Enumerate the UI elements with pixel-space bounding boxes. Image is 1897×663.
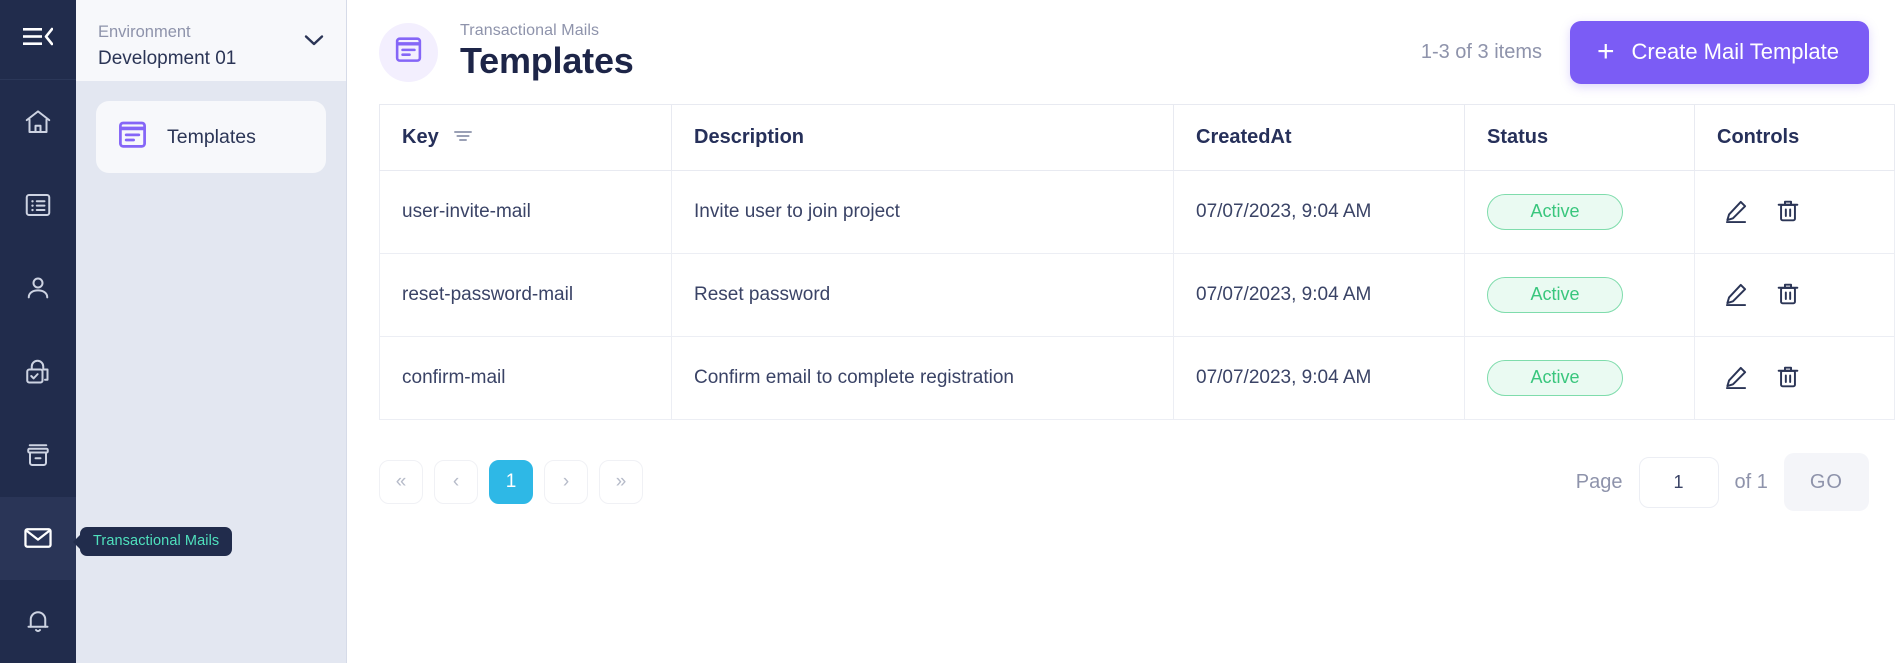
page-header: Transactional Mails Templates 1-3 of 3 i… [347,0,1897,104]
pagination-buttons: « ‹ 1 › » [379,460,643,504]
edit-button[interactable] [1723,198,1749,227]
column-header-key[interactable]: Key [379,104,672,171]
table-row[interactable]: user-invite-mail Invite user to join pro… [379,170,1895,254]
edit-button[interactable] [1723,281,1749,310]
sidebar-item-security[interactable] [0,330,76,413]
primary-icon-rail [0,0,76,663]
sidebar-item-content[interactable] [0,164,76,247]
sidebar-item-home[interactable] [0,80,76,163]
cell-status: Active [1464,253,1695,337]
delete-button[interactable] [1775,281,1801,310]
table-body: user-invite-mail Invite user to join pro… [379,170,1895,420]
bell-icon [23,606,53,636]
pencil-icon [1723,281,1749,310]
pencil-icon [1723,198,1749,227]
prev-page-button[interactable]: ‹ [434,460,478,504]
status-badge: Active [1487,277,1623,313]
page-number-input[interactable] [1638,456,1719,508]
cell-createdat: 07/07/2023, 9:04 AM [1173,253,1465,337]
create-mail-template-button[interactable]: + Create Mail Template [1570,20,1869,84]
breadcrumb: Transactional Mails [460,22,600,40]
column-header-status[interactable]: Status [1464,104,1695,171]
plus-icon: + [1597,35,1615,68]
cell-description: Invite user to join project [671,170,1174,254]
delete-button[interactable] [1775,364,1801,393]
header-actions: 1-3 of 3 items + Create Mail Template [1420,20,1897,84]
templates-table: Key Description CreatedAt Status Control… [379,104,1895,420]
environment-value: Development 01 [98,48,237,70]
cell-controls [1694,336,1895,420]
cell-status: Active [1464,336,1695,420]
column-header-createdat[interactable]: CreatedAt [1173,104,1465,171]
page-button-1[interactable]: 1 [489,460,533,504]
cell-createdat: 07/07/2023, 9:04 AM [1173,170,1465,254]
first-page-button[interactable]: « [379,460,423,504]
status-badge: Active [1487,194,1623,230]
sidebar-item-users[interactable] [0,247,76,330]
environment-label: Environment [98,23,191,42]
page-label: Page [1575,470,1623,493]
create-mail-template-label: Create Mail Template [1631,39,1839,64]
sidebar-tooltip: Transactional Mails [80,527,233,556]
edit-button[interactable] [1723,364,1749,393]
pencil-icon [1723,364,1749,393]
sidebar-item-templates[interactable]: Templates [96,101,326,173]
go-button[interactable]: GO [1783,453,1869,511]
document-lines-icon [393,34,424,70]
column-header-description[interactable]: Description [671,104,1174,171]
delete-button[interactable] [1775,198,1801,227]
cell-createdat: 07/07/2023, 9:04 AM [1173,336,1465,420]
secondary-nav-list: Templates [76,81,346,173]
column-header-key-label: Key [402,126,439,148]
document-lines-icon [116,118,149,156]
cell-controls [1694,170,1895,254]
trash-icon [1775,364,1801,393]
table-row[interactable]: reset-password-mail Reset password 07/07… [379,253,1895,337]
next-page-button[interactable]: › [544,460,588,504]
cell-controls [1694,253,1895,337]
chevron-down-icon [304,34,324,52]
home-icon [23,107,53,137]
lock-check-icon [23,357,53,387]
cell-description: Reset password [671,253,1174,337]
status-badge: Active [1487,360,1623,396]
mail-icon [22,522,54,554]
column-header-controls: Controls [1694,104,1895,171]
table-head: Key Description CreatedAt Status Control… [379,104,1895,171]
pagination-bar: « ‹ 1 › » Page of 1 GO [347,420,1897,511]
page-total-label: of 1 [1734,470,1768,493]
sidebar-collapse-button[interactable] [0,0,76,81]
sidebar-item-transactional-mails[interactable] [0,496,76,580]
list-icon [23,190,53,220]
hamburger-collapse-icon [23,26,54,53]
title-block: Transactional Mails Templates [460,22,634,81]
cell-key: confirm-mail [379,336,672,420]
page-icon-badge [379,22,438,82]
last-page-button[interactable]: » [599,460,643,504]
main-content: Transactional Mails Templates 1-3 of 3 i… [347,0,1897,663]
sidebar-item-notifications[interactable] [0,580,76,663]
app-root: Transactional Mails Environment Developm… [0,0,1897,663]
item-count-label: 1-3 of 3 items [1420,40,1542,63]
table-row[interactable]: confirm-mail Confirm email to complete r… [379,336,1895,420]
trash-icon [1775,281,1801,310]
archive-icon [23,440,53,470]
person-icon [23,273,53,303]
cell-key: reset-password-mail [379,253,672,337]
page-title: Templates [460,40,634,82]
cell-status: Active [1464,170,1695,254]
sidebar-item-label: Templates [167,125,256,148]
cell-key: user-invite-mail [379,170,672,254]
page-jump-controls: Page of 1 GO [1576,453,1869,511]
sidebar-item-archive[interactable] [0,413,76,496]
templates-table-wrapper: Key Description CreatedAt Status Control… [347,104,1897,420]
trash-icon [1775,198,1801,227]
filter-icon[interactable] [453,126,473,149]
environment-selector[interactable]: Environment Development 01 [76,0,346,81]
cell-description: Confirm email to complete registration [671,336,1174,420]
secondary-sidebar: Environment Development 01 Templates [76,0,347,663]
table-header-row: Key Description CreatedAt Status Control… [379,104,1895,171]
